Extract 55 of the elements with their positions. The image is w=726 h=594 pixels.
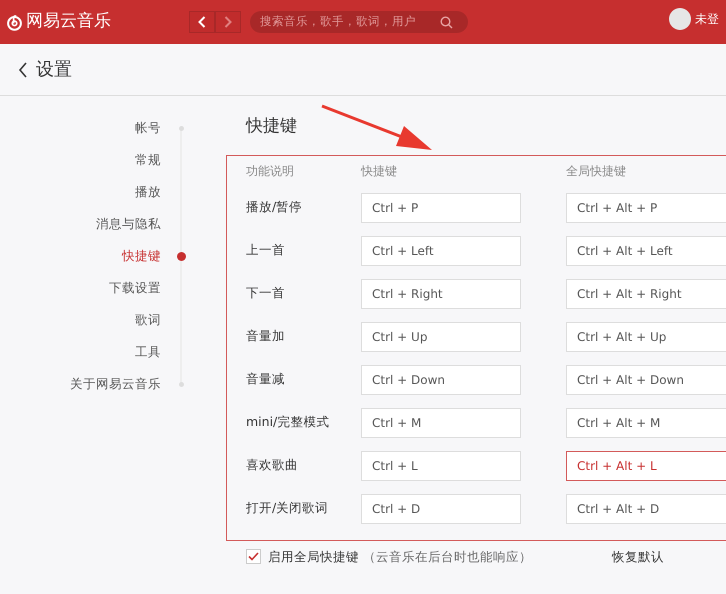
global-shortcut-field[interactable]: Ctrl + Alt + Right: [566, 278, 726, 308]
timeline-dot: [179, 126, 184, 130]
sidebar-item[interactable]: 帐号: [135, 118, 161, 138]
global-shortcut-field[interactable]: Ctrl + Alt + Down: [566, 364, 726, 394]
sidebar-item[interactable]: 关于网易云音乐: [70, 374, 161, 394]
back-button[interactable]: [189, 11, 215, 33]
chevron-right-icon: [224, 16, 232, 28]
login-link[interactable]: 未登: [695, 10, 719, 28]
checkbox[interactable]: [246, 549, 261, 564]
shortcut-name: mini/完整模式: [246, 414, 330, 430]
avatar-icon[interactable]: [669, 8, 691, 30]
check-icon: [248, 552, 259, 562]
column-header: 功能说明: [246, 162, 294, 180]
global-shortcut-field[interactable]: Ctrl + Alt + D: [566, 494, 726, 524]
sidebar-item[interactable]: 歌词: [135, 310, 161, 330]
global-shortcut-field[interactable]: Ctrl + Alt + M: [566, 408, 726, 438]
shortcut-name: 下一首: [246, 285, 285, 300]
logo-icon: [6, 14, 23, 30]
shortcut-name: 播放/暂停: [246, 199, 302, 214]
active-dot: [177, 252, 186, 260]
shortcut-name: 音量减: [246, 371, 285, 386]
section-title: 快捷键: [246, 115, 297, 138]
search-icon: [440, 16, 453, 28]
timeline-dot: [179, 382, 184, 386]
chevron-left-icon: [198, 16, 206, 28]
shortcut-field[interactable]: Ctrl + Up: [361, 322, 521, 352]
shortcut-field[interactable]: Ctrl + D: [361, 494, 521, 524]
sidebar-item[interactable]: 播放: [135, 182, 161, 202]
global-shortcut-field[interactable]: Ctrl + Alt + Up: [566, 322, 726, 352]
reset-button[interactable]: 恢复默认: [612, 548, 664, 566]
shortcut-field[interactable]: Ctrl + Down: [361, 364, 521, 394]
shortcut-field[interactable]: Ctrl + L: [361, 450, 521, 480]
checkbox-note: （云音乐在后台时也能响应）: [363, 548, 532, 566]
shortcut-field[interactable]: Ctrl + M: [361, 408, 521, 438]
search-field[interactable]: 搜索音乐，歌手，歌词，用户: [250, 11, 468, 33]
shortcut-field[interactable]: Ctrl + Right: [361, 278, 521, 308]
sidebar-item[interactable]: 下载设置: [109, 278, 161, 298]
sidebar-item[interactable]: 消息与隐私: [96, 214, 161, 234]
global-shortcut-field[interactable]: Ctrl + Alt + Left: [566, 236, 726, 266]
global-shortcut-field[interactable]: Ctrl + Alt + L: [566, 450, 726, 480]
page-title: 设置: [36, 58, 72, 82]
column-header: 全局快捷键: [566, 162, 626, 180]
sidebar-item[interactable]: 快捷键: [122, 246, 161, 266]
global-shortcut-field[interactable]: Ctrl + Alt + P: [566, 192, 726, 222]
shortcut-field[interactable]: Ctrl + P: [361, 192, 521, 222]
shortcut-name: 音量加: [246, 328, 285, 344]
column-header: 快捷键: [361, 162, 397, 180]
app-logo-text: 网易云音乐: [26, 10, 111, 34]
shortcut-name: 喜欢歌曲: [246, 457, 298, 472]
sidebar-item[interactable]: 常规: [135, 150, 161, 170]
sidebar-item[interactable]: 工具: [135, 342, 161, 362]
checkbox-label: 启用全局快捷键: [268, 548, 359, 566]
shortcut-field[interactable]: Ctrl + Left: [361, 236, 521, 266]
shortcut-name: 上一首: [246, 242, 285, 258]
shortcut-name: 打开/关闭歌词: [246, 500, 328, 516]
